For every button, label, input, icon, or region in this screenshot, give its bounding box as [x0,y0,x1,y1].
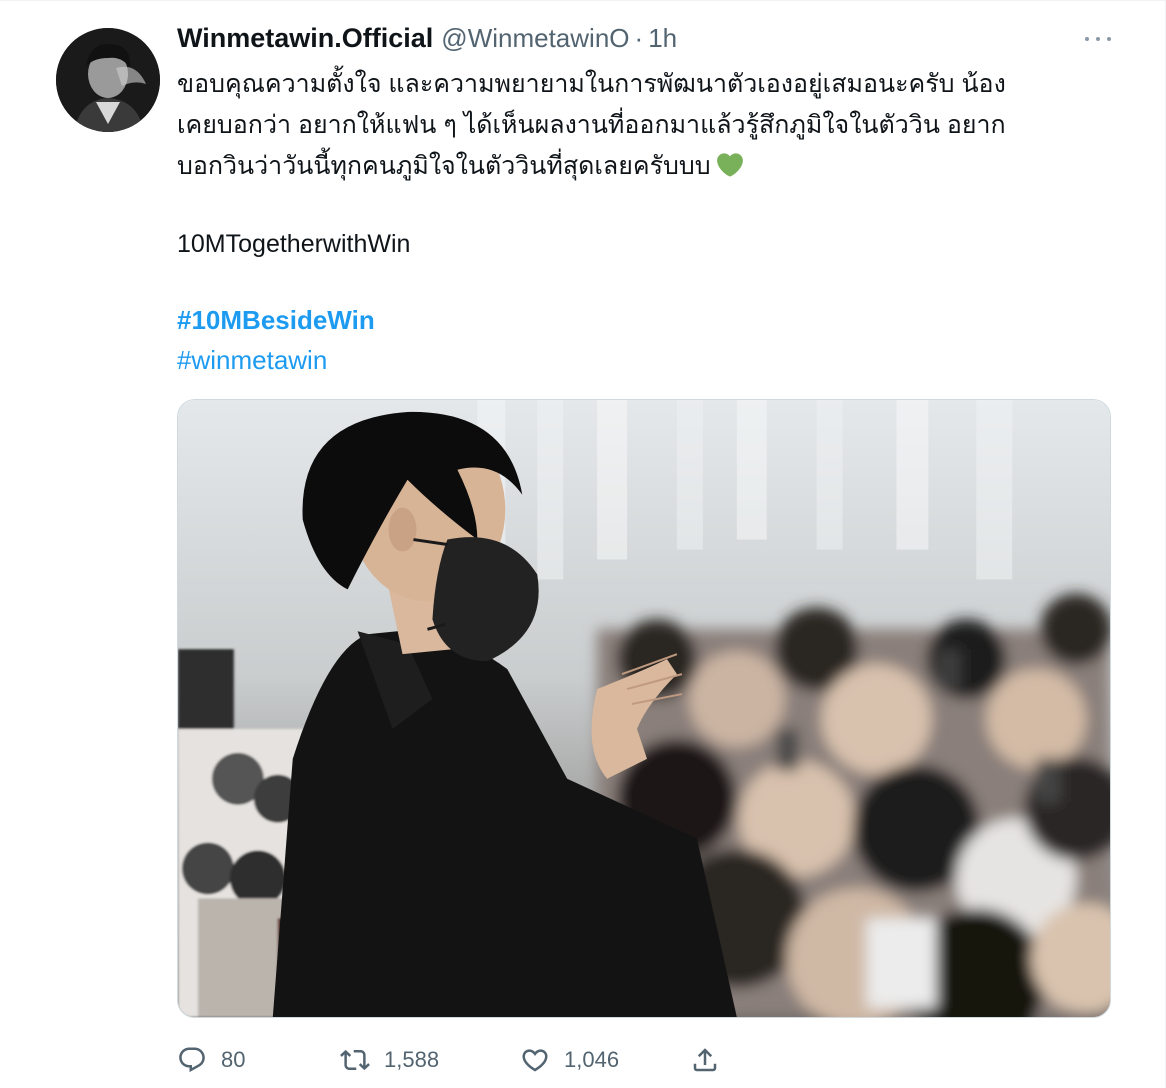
tweet-text-line: ขอบคุณความตั้งใจ และความพยายามในการพัฒนา… [177,70,1006,98]
author-handle[interactable]: @WinmetawinO [441,23,629,54]
more-dot [1096,37,1100,41]
more-options-icon[interactable] [1085,32,1111,46]
tweet-text-line-content: บอกวินว่าวันนี้ทุกคนภูมิใจในตัววินที่สุด… [177,152,711,180]
tweet-text-line-last: บอกวินว่าวันนี้ทุกคนภูมิใจในตัววินที่สุด… [177,146,1122,187]
share-icon [693,1048,717,1072]
reply-count: 80 [221,1047,246,1072]
heart-icon [522,1049,548,1072]
header-separator: · [634,22,644,53]
reply-button[interactable]: 80 [177,1040,245,1080]
tweet-actions: 80 1,588 1,046 [177,1040,737,1080]
top-divider [0,0,1166,1]
green-heart-icon [716,153,743,177]
hashtag-10mbesidewin[interactable]: #10MBesideWin [177,305,375,336]
like-count: 1,046 [564,1047,620,1072]
photo-illustration [178,400,1110,1017]
tweet-photo[interactable] [177,399,1111,1018]
like-button[interactable]: 1,046 [520,1040,619,1080]
share-button[interactable] [690,1040,720,1080]
tweet-text-line: เคยบอกว่า อยากให้แฟน ๆ ได้เห็นผลงานที่ออ… [177,111,1006,139]
more-dot [1107,37,1111,41]
avatar-photo [56,28,160,132]
tweet-header: Winmetawin.Official @WinmetawinO · 1h [177,22,677,54]
retweet-button[interactable]: 1,588 [340,1040,439,1080]
retweet-icon [340,1049,370,1071]
tweet-timestamp[interactable]: 1h [648,23,677,54]
reply-icon [179,1047,205,1073]
hashtag-winmetawin[interactable]: #winmetawin [177,345,327,376]
retweet-count: 1,588 [384,1047,440,1072]
campaign-text: 10MTogetherwithWin [177,230,411,258]
more-dot [1085,37,1089,41]
author-avatar[interactable] [56,28,160,132]
author-display-name[interactable]: Winmetawin.Official [177,23,433,54]
tweet-text: ขอบคุณความตั้งใจ และความพยายามในการพัฒนา… [177,64,1122,187]
